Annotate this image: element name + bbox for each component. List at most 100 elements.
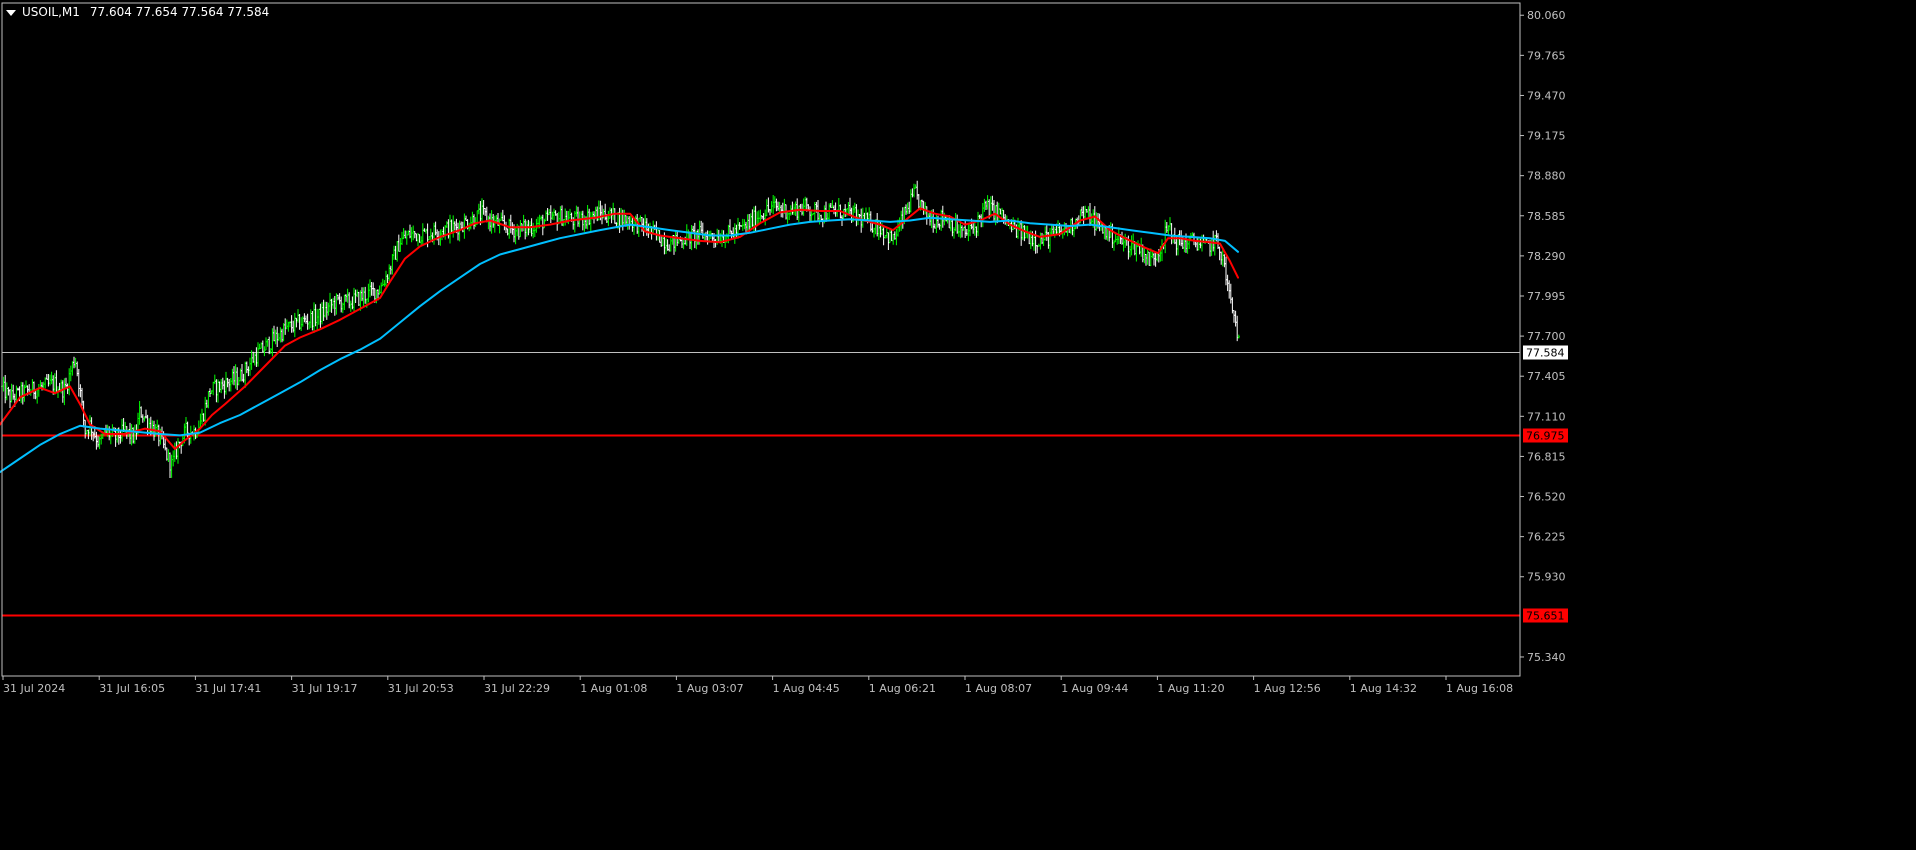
price-bar — [493, 215, 496, 233]
price-bar — [967, 223, 970, 242]
price-chart[interactable]: 80.060 79.765 79.470 79.175 78.880 78.585 78.2… — [0, 0, 1916, 850]
price-bar — [1084, 205, 1087, 220]
price-bar — [282, 323, 285, 342]
price-bar — [1146, 248, 1149, 265]
price-bar — [391, 254, 394, 275]
price-bar — [221, 377, 224, 390]
price-bar — [393, 245, 395, 260]
price-bar — [2, 376, 5, 392]
price-bar — [1148, 251, 1151, 266]
price-bar — [882, 227, 885, 246]
triangle-down-icon[interactable] — [6, 9, 16, 16]
price-bar — [452, 215, 455, 238]
price-bar — [412, 225, 415, 241]
price-bar — [794, 201, 797, 216]
price-bar — [924, 202, 927, 215]
price-bar — [553, 208, 555, 221]
price-bar — [1049, 228, 1051, 253]
price-bar — [229, 378, 232, 392]
price-bar — [586, 205, 589, 230]
price-bar — [781, 202, 784, 218]
price-bar — [322, 299, 325, 321]
bid-price-label: 77.584 — [1526, 347, 1565, 360]
price-bar — [207, 391, 210, 409]
price-bar — [613, 208, 616, 224]
price-bar — [138, 401, 141, 425]
slow-ma-line — [0, 216, 1239, 474]
price-bar — [925, 206, 928, 225]
price-bar — [170, 454, 173, 478]
price-bar — [620, 208, 623, 226]
price-bar — [581, 210, 584, 231]
price-bar — [4, 375, 7, 404]
price-bar — [273, 325, 275, 342]
price-bar — [205, 399, 208, 408]
price-bar — [985, 200, 987, 210]
price-bar — [9, 389, 11, 409]
price-bar — [809, 206, 811, 223]
price-bar — [1161, 239, 1163, 262]
price-bar — [332, 297, 335, 309]
price-bar — [762, 213, 765, 221]
price-bar — [639, 215, 642, 222]
price-bar — [133, 424, 136, 444]
price-bar — [21, 382, 24, 405]
price-bar — [1124, 233, 1127, 248]
y-tick-label: 78.585 — [1527, 210, 1566, 223]
price-bar — [266, 339, 269, 347]
price-bar — [993, 200, 995, 222]
price-bar — [821, 218, 824, 228]
price-bar — [628, 216, 631, 230]
price-bar — [410, 227, 413, 243]
price-bar — [551, 211, 554, 220]
price-bar — [485, 206, 488, 223]
price-bar — [511, 222, 514, 235]
price-bar — [973, 221, 976, 236]
price-bar — [263, 346, 266, 357]
price-bar — [810, 211, 813, 223]
y-tick-label: 75.340 — [1527, 651, 1566, 664]
price-bar — [524, 219, 527, 240]
price-bar — [329, 292, 331, 312]
time-axis-labels: 31 Jul 2024 31 Jul 16:05 31 Jul 17:41 31 Ju… — [3, 682, 1513, 695]
price-bar — [213, 374, 216, 385]
price-bar — [1116, 235, 1119, 245]
x-tick-label: 1 Aug 04:45 — [773, 682, 840, 695]
price-bar — [164, 438, 167, 451]
price-bar — [519, 220, 522, 238]
price-bar — [1143, 246, 1146, 264]
price-bar — [1087, 206, 1090, 219]
price-bar — [797, 205, 800, 223]
price-bar — [244, 361, 247, 388]
price-bar — [338, 293, 341, 305]
price-bar — [77, 369, 80, 397]
x-tick-label: 1 Aug 12:56 — [1254, 682, 1321, 695]
price-bar — [362, 287, 365, 307]
price-bar — [506, 228, 509, 236]
price-bar — [325, 301, 328, 320]
price-bar — [165, 447, 168, 461]
x-tick-label: 1 Aug 03:07 — [676, 682, 743, 695]
price-bar — [287, 321, 290, 332]
price-bar — [909, 189, 912, 213]
chart-window[interactable]: 80.060 79.765 79.470 79.175 78.880 78.585 78.2… — [0, 0, 1916, 850]
price-bar — [623, 209, 626, 226]
price-bar — [516, 223, 519, 237]
price-bar — [964, 220, 967, 238]
price-bar — [303, 313, 306, 323]
price-bar — [148, 418, 151, 434]
x-tick-label: 1 Aug 11:20 — [1157, 682, 1224, 695]
price-bar — [780, 205, 783, 218]
price-bar — [986, 195, 989, 210]
price-bar — [445, 221, 448, 228]
price-bar — [831, 200, 834, 208]
price-bar — [330, 298, 333, 313]
price-bar — [378, 285, 381, 295]
price-bar — [218, 381, 221, 393]
price-bar — [212, 381, 215, 396]
price-bar — [47, 374, 50, 387]
price-bar — [1196, 236, 1199, 251]
level-price-label: 76.975 — [1526, 430, 1565, 443]
price-bar — [997, 202, 1000, 222]
price-bar — [877, 219, 880, 240]
